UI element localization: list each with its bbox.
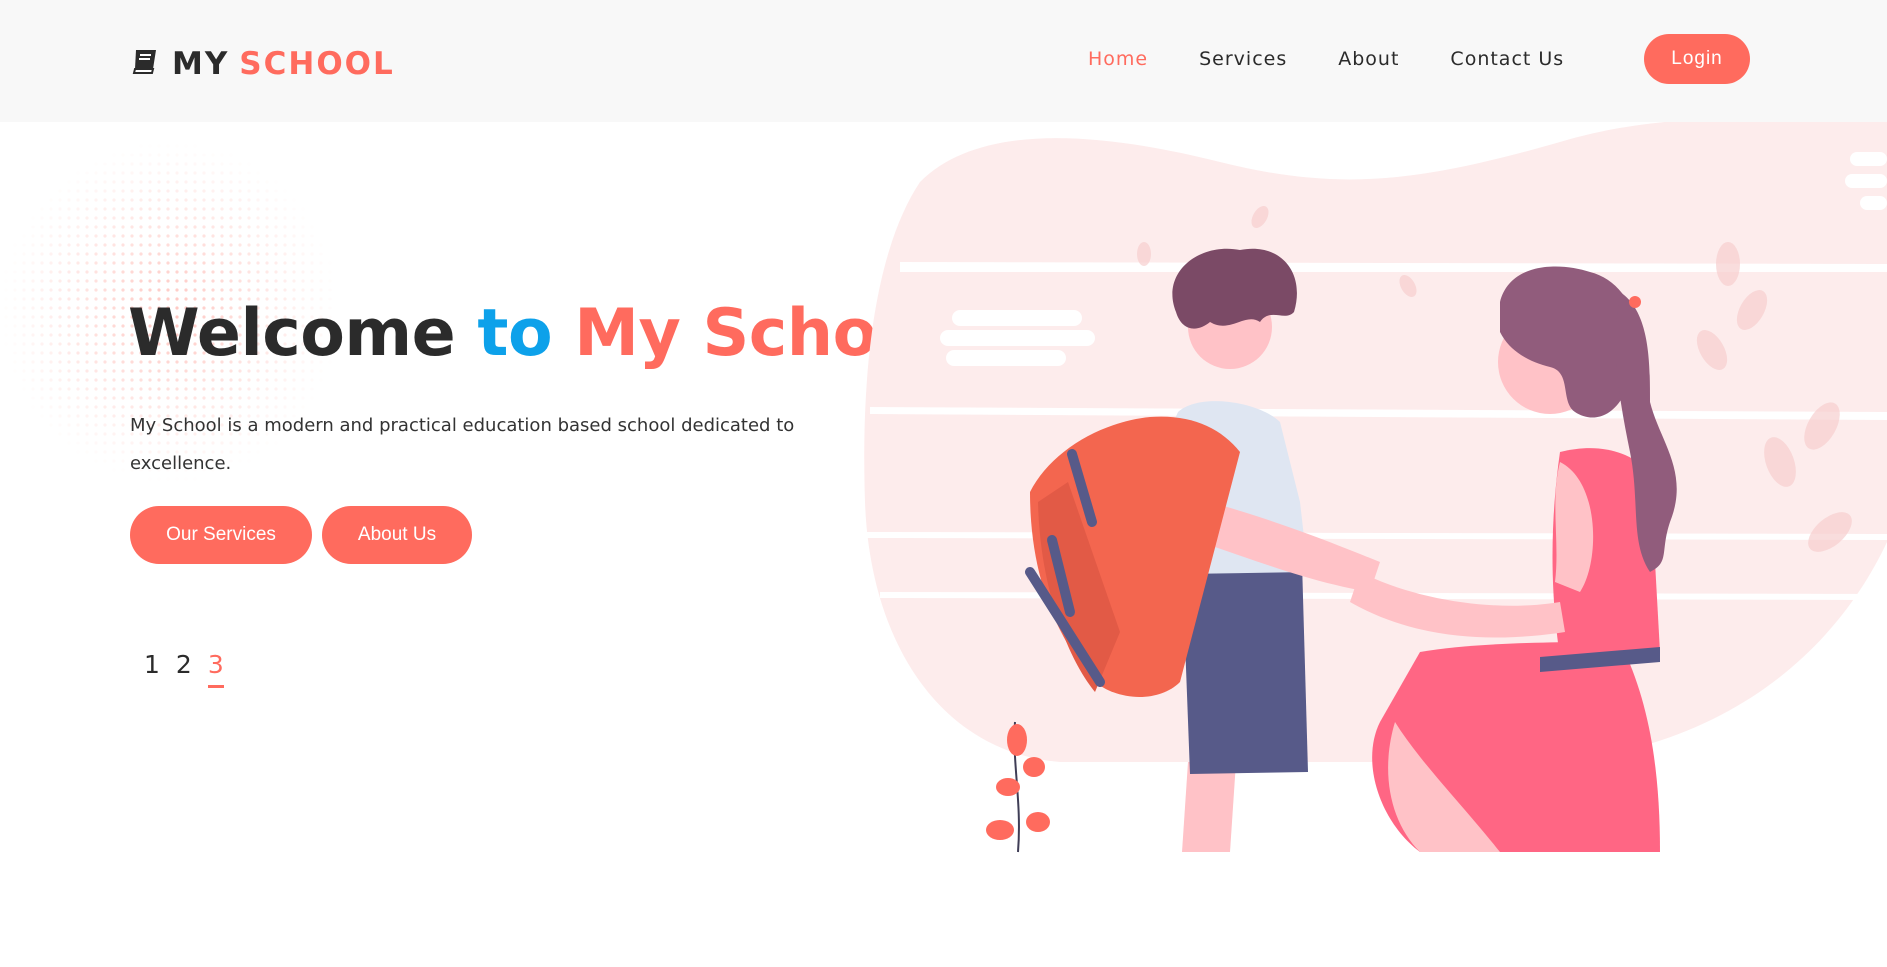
site-logo[interactable]: MY SCHOOL <box>130 44 395 84</box>
login-button[interactable]: Login <box>1644 34 1750 84</box>
cloud-shape <box>952 310 1082 326</box>
slider-page-3[interactable]: 3 <box>207 650 224 688</box>
logo-text-my: MY <box>172 46 230 82</box>
book-icon <box>130 47 172 81</box>
nav-services[interactable]: Services <box>1199 48 1287 70</box>
background-blob <box>864 122 1887 762</box>
main-nav: Home Services About Contact Us <box>1088 44 1615 74</box>
nav-home[interactable]: Home <box>1088 48 1148 70</box>
title-to: to <box>477 296 553 371</box>
slider-pagination: 1 2 3 <box>144 650 240 688</box>
hero-description: My School is a modern and practical educ… <box>130 415 795 474</box>
logo-text-school: SCHOOL <box>239 46 395 82</box>
slider-page-1[interactable]: 1 <box>144 650 160 685</box>
nav-about[interactable]: About <box>1338 48 1399 70</box>
slider-page-2[interactable]: 2 <box>176 650 192 685</box>
hero-title: Welcome to My School <box>128 296 943 371</box>
about-us-button[interactable]: About Us <box>322 506 472 564</box>
title-welcome: Welcome <box>128 296 456 371</box>
site-header: MY SCHOOL Home Services About Contact Us … <box>0 0 1887 122</box>
nav-contact-us[interactable]: Contact Us <box>1450 48 1564 70</box>
hero-illustration <box>860 122 1887 853</box>
our-services-button[interactable]: Our Services <box>130 506 312 564</box>
